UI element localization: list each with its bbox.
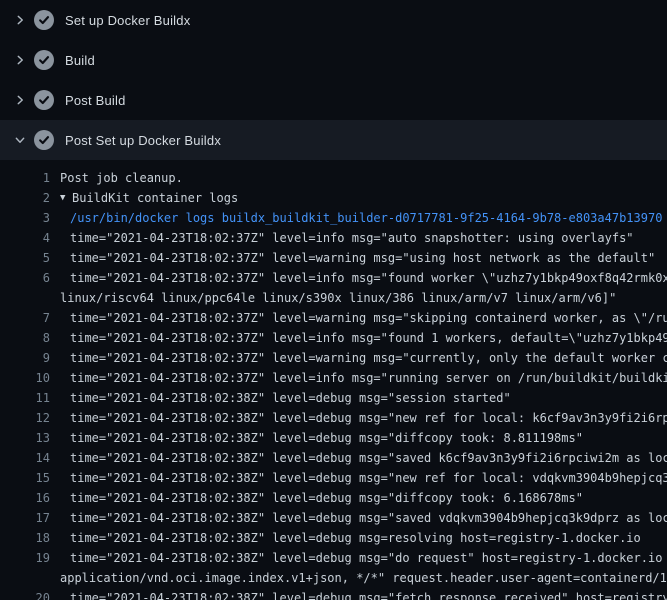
log-line-number[interactable]: 17 [0,508,50,528]
log-line-number[interactable]: 19 [0,548,50,568]
log-line: 9 time="2021-04-23T18:02:37Z" level=warn… [0,348,667,368]
log-line-number[interactable]: 4 [0,228,50,248]
log-line: 19 time="2021-04-23T18:02:38Z" level=deb… [0,548,667,568]
log-line-number[interactable]: 11 [0,388,50,408]
step-row[interactable]: Build [0,40,667,80]
log-line: 10 time="2021-04-23T18:02:37Z" level=inf… [0,368,667,388]
log-line-number[interactable]: 16 [0,488,50,508]
log-line-text: time="2021-04-23T18:02:37Z" level=warnin… [70,308,667,328]
log-line-text: time="2021-04-23T18:02:37Z" level=info m… [70,268,667,288]
step-row[interactable]: Post Build [0,80,667,120]
log-line: application/vnd.oci.image.index.v1+json,… [0,568,667,588]
log-line: 15 time="2021-04-23T18:02:38Z" level=deb… [0,468,667,488]
log-line-number[interactable]: 13 [0,428,50,448]
step-label: Post Build [65,94,126,107]
log-line: 13 time="2021-04-23T18:02:38Z" level=deb… [0,428,667,448]
log-line-number[interactable]: 14 [0,448,50,468]
log-line-text: time="2021-04-23T18:02:38Z" level=debug … [70,508,667,528]
log-line-number[interactable]: 5 [0,248,50,268]
log-line-text: time="2021-04-23T18:02:38Z" level=debug … [70,528,641,548]
collapse-triangle-icon[interactable]: ▼ [60,188,72,208]
chevron-right-icon[interactable] [12,52,28,68]
actions-log-viewer: Set up Docker Buildx Build Post Buil [0,0,667,600]
step-label: Post Set up Docker Buildx [65,134,221,147]
check-circle-icon [34,130,54,150]
log-line-text[interactable]: BuildKit container logs [72,188,238,208]
log-line: 7 time="2021-04-23T18:02:37Z" level=warn… [0,308,667,328]
log-line-number[interactable]: 3 [0,208,50,228]
log-line: linux/riscv64 linux/ppc64le linux/s390x … [0,288,667,308]
log-line: 11 time="2021-04-23T18:02:38Z" level=deb… [0,388,667,408]
log-line-number[interactable]: 20 [0,588,50,600]
log-line: 12 time="2021-04-23T18:02:38Z" level=deb… [0,408,667,428]
log-line-text: /usr/bin/docker logs buildx_buildkit_bui… [70,208,662,228]
log-line-text: time="2021-04-23T18:02:38Z" level=debug … [70,488,583,508]
log-line: 18 time="2021-04-23T18:02:38Z" level=deb… [0,528,667,548]
log-line: 17 time="2021-04-23T18:02:38Z" level=deb… [0,508,667,528]
log-line: 3 /usr/bin/docker logs buildx_buildkit_b… [0,208,667,228]
log-line-number[interactable]: 12 [0,408,50,428]
log-line: 16 time="2021-04-23T18:02:38Z" level=deb… [0,488,667,508]
log-line: 1 Post job cleanup. [0,168,667,188]
log-line: 8 time="2021-04-23T18:02:37Z" level=info… [0,328,667,348]
step-row[interactable]: Post Set up Docker Buildx [0,120,667,160]
log-line-text: time="2021-04-23T18:02:38Z" level=debug … [70,428,583,448]
log-line-text: time="2021-04-23T18:02:37Z" level=info m… [70,368,667,388]
log-line: 4 time="2021-04-23T18:02:37Z" level=info… [0,228,667,248]
log-line-text: time="2021-04-23T18:02:38Z" level=debug … [70,388,511,408]
log-line-text: time="2021-04-23T18:02:38Z" level=debug … [70,448,667,468]
log-line-text: linux/riscv64 linux/ppc64le linux/s390x … [60,288,616,308]
log-line-text: Post job cleanup. [60,168,183,188]
log-line-number[interactable] [0,288,50,308]
log-line-number[interactable]: 9 [0,348,50,368]
log-line: 14 time="2021-04-23T18:02:38Z" level=deb… [0,448,667,468]
chevron-right-icon[interactable] [12,92,28,108]
log-line-text: time="2021-04-23T18:02:38Z" level=debug … [70,408,667,428]
log-line-text: time="2021-04-23T18:02:37Z" level=warnin… [70,248,655,268]
log-line-number[interactable]: 6 [0,268,50,288]
log-panel: 1 Post job cleanup. 2 ▼ BuildKit contain… [0,160,667,600]
log-line-text: time="2021-04-23T18:02:37Z" level=info m… [70,228,634,248]
check-circle-icon [34,50,54,70]
log-line-number[interactable] [0,568,50,588]
step-row[interactable]: Set up Docker Buildx [0,0,667,40]
log-line-text: time="2021-04-23T18:02:38Z" level=debug … [70,588,667,600]
log-line-number[interactable]: 18 [0,528,50,548]
log-line-number[interactable]: 10 [0,368,50,388]
log-line: 5 time="2021-04-23T18:02:37Z" level=warn… [0,248,667,268]
log-line: 20 time="2021-04-23T18:02:38Z" level=deb… [0,588,667,600]
log-line-number[interactable]: 7 [0,308,50,328]
step-list: Set up Docker Buildx Build Post Buil [0,0,667,160]
log-line-text: time="2021-04-23T18:02:37Z" level=warnin… [70,348,667,368]
log-line-text: time="2021-04-23T18:02:38Z" level=debug … [70,468,667,488]
log-line: 6 time="2021-04-23T18:02:37Z" level=info… [0,268,667,288]
check-circle-icon [34,90,54,110]
log-line-number[interactable]: 15 [0,468,50,488]
chevron-right-icon[interactable] [12,12,28,28]
log-line-number[interactable]: 8 [0,328,50,348]
log-line-text: time="2021-04-23T18:02:37Z" level=info m… [70,328,667,348]
log-line-text: time="2021-04-23T18:02:38Z" level=debug … [70,548,667,568]
check-circle-icon [34,10,54,30]
log-line: 2 ▼ BuildKit container logs [0,188,667,208]
step-label: Set up Docker Buildx [65,14,190,27]
log-line-number[interactable]: 1 [0,168,50,188]
log-line-number[interactable]: 2 [0,188,50,208]
step-label: Build [65,54,95,67]
log-line-text: application/vnd.oci.image.index.v1+json,… [60,568,667,588]
chevron-down-icon[interactable] [12,132,28,148]
